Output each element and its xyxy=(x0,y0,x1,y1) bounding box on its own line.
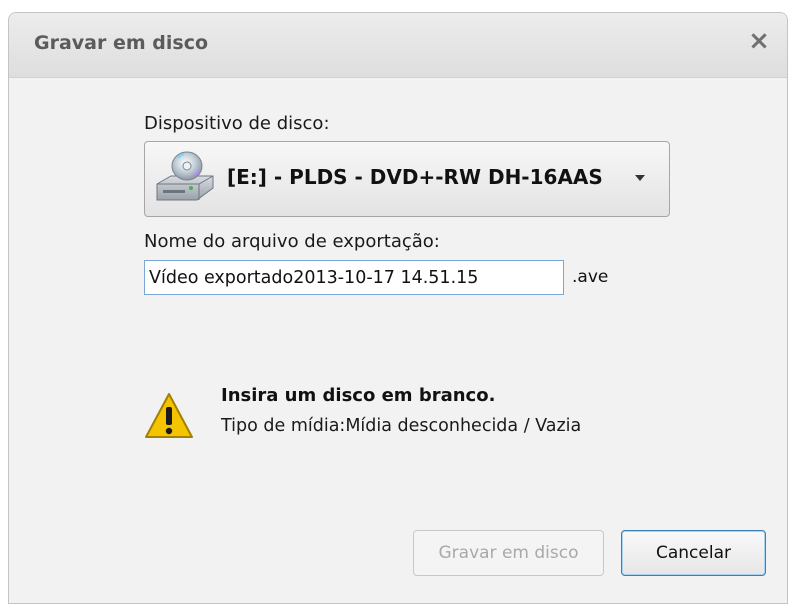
burn-disc-button[interactable]: Gravar em disco xyxy=(413,530,604,576)
device-selected-value: [E:] - PLDS - DVD+-RW DH-16AAS xyxy=(227,165,603,189)
export-name-label: Nome do arquivo de exportação: xyxy=(144,231,440,252)
optical-drive-icon xyxy=(156,151,214,201)
chevron-down-icon xyxy=(635,175,645,181)
warning-title: Insira um disco em branco. xyxy=(221,385,496,406)
media-type-status: Tipo de mídia:Mídia desconhecida / Vazia xyxy=(221,416,582,436)
file-extension: .ave xyxy=(572,267,609,287)
warning-icon xyxy=(145,393,193,438)
export-filename-input[interactable] xyxy=(144,260,564,295)
cancel-button[interactable]: Cancelar xyxy=(621,530,766,576)
close-icon[interactable]: × xyxy=(745,27,773,55)
disk-device-dropdown[interactable]: [E:] - PLDS - DVD+-RW DH-16AAS xyxy=(144,141,670,217)
dialog-title: Gravar em disco xyxy=(34,32,209,54)
burn-dialog: Gravar em disco × Dispositivo de disco: xyxy=(8,12,788,604)
device-label: Dispositivo de disco: xyxy=(144,113,330,134)
title-bar: Gravar em disco × xyxy=(9,13,787,78)
